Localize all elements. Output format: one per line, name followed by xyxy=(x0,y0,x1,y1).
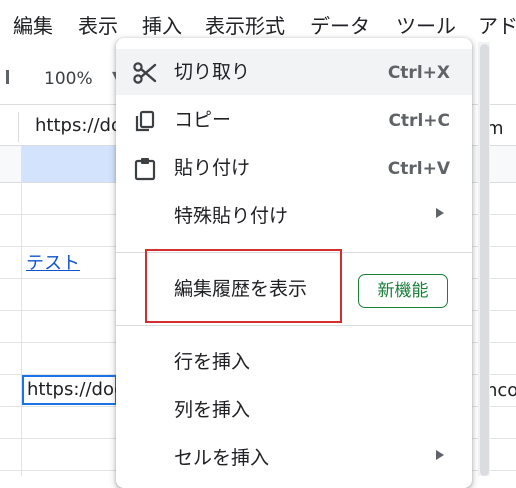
shortcut-label: Ctrl+V xyxy=(387,159,450,179)
menu-item-insert-cells[interactable]: セルを挿入 xyxy=(116,435,472,481)
menu-item-insert-row[interactable]: 行を挿入 xyxy=(116,339,472,385)
zoom-select[interactable]: 100% xyxy=(44,66,93,92)
menu-item-label: 貼り付け xyxy=(174,157,251,179)
menu-item-insert-column[interactable]: 列を挿入 xyxy=(116,387,472,433)
menu-item-copy[interactable]: コピー Ctrl+C xyxy=(116,97,472,143)
menu-item-paste[interactable]: 貼り付け Ctrl+V xyxy=(116,145,472,191)
menu-item-paste-special[interactable]: 特殊貼り付け xyxy=(116,193,472,239)
cell-link[interactable]: テスト xyxy=(26,251,80,277)
menu-item-label: セルを挿入 xyxy=(174,447,270,469)
column-header[interactable] xyxy=(470,146,516,182)
menu-data[interactable]: データ xyxy=(310,13,370,39)
menu-view[interactable]: 表示 xyxy=(78,13,118,39)
highlight-box xyxy=(145,249,342,323)
shortcut-label: Ctrl+C xyxy=(388,111,450,131)
menu-divider xyxy=(116,325,472,326)
scrollbar-thumb[interactable] xyxy=(480,44,489,476)
shortcut-label: Ctrl+X xyxy=(387,63,450,83)
menu-item-label: コピー xyxy=(174,109,232,131)
copy-icon xyxy=(132,108,158,134)
clipboard-icon xyxy=(132,156,158,182)
grid-line xyxy=(21,146,22,476)
menu-item-label: 行を挿入 xyxy=(174,351,251,373)
cell-text-fragment: nco xyxy=(486,380,516,401)
menu-item-label: 特殊貼り付け xyxy=(174,205,289,227)
new-feature-badge: 新機能 xyxy=(358,274,448,308)
menu-edit[interactable]: 編集 xyxy=(13,13,53,39)
submenu-arrow-icon xyxy=(436,208,444,218)
toolbar-separator xyxy=(6,70,9,84)
active-cell-value: https://doc xyxy=(27,379,124,400)
menu-insert[interactable]: 挿入 xyxy=(142,13,182,39)
scissors-icon xyxy=(132,60,158,86)
menu-tools[interactable]: ツール xyxy=(396,13,456,39)
menu-addons[interactable]: アド xyxy=(478,13,516,39)
submenu-arrow-icon xyxy=(436,450,444,460)
formula-input[interactable]: https://do xyxy=(35,113,122,139)
formula-divider xyxy=(18,112,19,142)
menu-item-label: 列を挿入 xyxy=(174,399,251,421)
menu-item-label: 切り取り xyxy=(174,61,251,83)
column-header-selected[interactable] xyxy=(22,146,117,182)
menu-format[interactable]: 表示形式 xyxy=(205,13,285,39)
menu-item-cut[interactable]: 切り取り Ctrl+X xyxy=(116,49,472,95)
